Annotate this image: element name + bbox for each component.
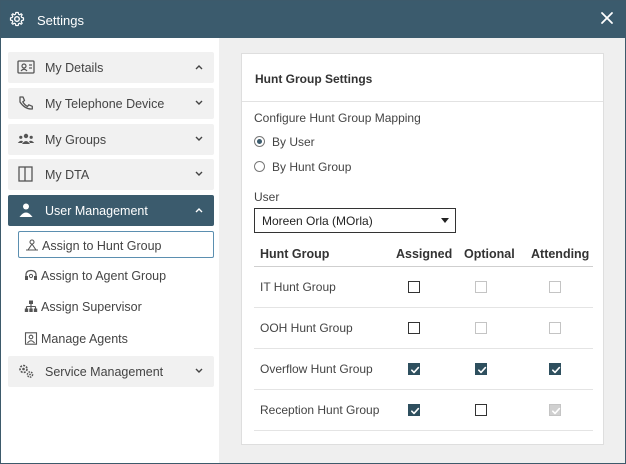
hunt-group-name: Reception Hunt Group [260, 403, 380, 417]
card-header: Hunt Group Settings [242, 54, 603, 102]
attending-checkbox [549, 281, 561, 293]
chevron-down-icon [195, 100, 203, 105]
optional-checkbox [475, 281, 487, 293]
table-row: Reception Hunt Group [254, 390, 593, 431]
column-header-hunt-group: Hunt Group [260, 247, 330, 261]
subitem-assign-to-hunt-group[interactable]: Assign to Hunt Group [18, 231, 214, 258]
optional-checkbox[interactable] [475, 363, 487, 375]
close-icon[interactable] [599, 10, 615, 26]
hunt-group-name: IT Hunt Group [260, 280, 336, 294]
chevron-up-icon [195, 208, 203, 213]
column-header-optional: Optional [464, 247, 515, 261]
sidebar-item-label: My DTA [45, 168, 90, 182]
chevron-down-icon [195, 136, 203, 141]
subitem-label: Assign to Agent Group [41, 269, 167, 283]
chevron-down-icon [195, 368, 203, 373]
column-header-assigned: Assigned [396, 247, 453, 261]
optional-checkbox[interactable] [475, 404, 487, 416]
chevron-down-icon [195, 171, 203, 176]
attending-checkbox [549, 404, 561, 416]
hunt-group-icon [26, 239, 38, 251]
subitem-manage-agents[interactable]: Manage Agents [18, 325, 214, 352]
assigned-checkbox[interactable] [408, 404, 420, 416]
user-select[interactable]: Moreen Orla (MOrla) [254, 208, 456, 233]
user-select-value: Moreen Orla (MOrla) [262, 214, 373, 228]
window-title: Settings [37, 13, 84, 28]
assigned-checkbox[interactable] [408, 281, 420, 293]
panel-icon [18, 166, 33, 182]
sidebar-item-my-groups[interactable]: My Groups [8, 124, 214, 155]
optional-checkbox [475, 322, 487, 334]
sidebar-item-service-management[interactable]: Service Management [8, 356, 214, 387]
radio-label: By Hunt Group [272, 160, 352, 174]
chevron-up-icon [195, 65, 203, 70]
subitem-assign-supervisor[interactable]: Assign Supervisor [18, 293, 214, 320]
user-icon [19, 203, 33, 217]
assigned-checkbox[interactable] [408, 322, 420, 334]
radio-circle [254, 161, 265, 172]
table-row: OOH Hunt Group [254, 308, 593, 349]
user-label: User [254, 190, 280, 204]
title-bar: Settings [1, 1, 625, 38]
config-label: Configure Hunt Group Mapping [254, 111, 421, 125]
subitem-label: Assign to Hunt Group [42, 239, 162, 253]
subitem-assign-to-agent-group[interactable]: Assign to Agent Group [18, 262, 214, 289]
table-row: Overflow Hunt Group [254, 349, 593, 390]
id-card-icon [17, 60, 35, 74]
gear-icon [9, 11, 25, 27]
sidebar-item-label: User Management [45, 204, 148, 218]
agent-card-icon [24, 332, 38, 345]
radio-selected-dot [257, 139, 262, 144]
phone-icon [19, 96, 33, 110]
radio-by-hunt-group[interactable]: By Hunt Group [254, 159, 404, 175]
assigned-checkbox[interactable] [408, 363, 420, 375]
attending-checkbox[interactable] [549, 363, 561, 375]
column-header-attending: Attending [531, 247, 590, 261]
radio-label: By User [272, 135, 315, 149]
headset-icon [25, 269, 37, 280]
hierarchy-icon [24, 300, 38, 312]
settings-window: Settings My Details My Telephone Device [0, 0, 626, 464]
sidebar-item-user-management[interactable]: User Management [8, 195, 214, 226]
sidebar-item-my-telephone-device[interactable]: My Telephone Device [8, 88, 214, 119]
radio-by-user[interactable]: By User [254, 134, 404, 150]
sidebar-item-label: Service Management [45, 365, 164, 379]
radio-circle [254, 136, 265, 147]
sidebar-item-my-details[interactable]: My Details [8, 52, 214, 83]
sidebar: My Details My Telephone Device My Groups [1, 38, 219, 463]
main-panel: Hunt Group Settings Configure Hunt Group… [219, 38, 625, 463]
subitem-label: Assign Supervisor [41, 300, 142, 314]
sidebar-item-label: My Groups [45, 133, 107, 147]
hunt-group-name: Overflow Hunt Group [260, 362, 373, 376]
caret-down-icon [441, 218, 449, 223]
gears-icon [19, 364, 34, 378]
group-icon [17, 133, 35, 144]
card-title: Hunt Group Settings [255, 72, 373, 86]
table-row: IT Hunt Group [254, 267, 593, 308]
hunt-group-settings-card: Hunt Group Settings Configure Hunt Group… [241, 53, 604, 445]
hunt-group-name: OOH Hunt Group [260, 321, 353, 335]
sidebar-item-my-dta[interactable]: My DTA [8, 159, 214, 190]
sidebar-item-label: My Details [45, 61, 104, 75]
attending-checkbox [549, 322, 561, 334]
sidebar-item-label: My Telephone Device [45, 97, 165, 111]
subitem-label: Manage Agents [41, 332, 128, 346]
